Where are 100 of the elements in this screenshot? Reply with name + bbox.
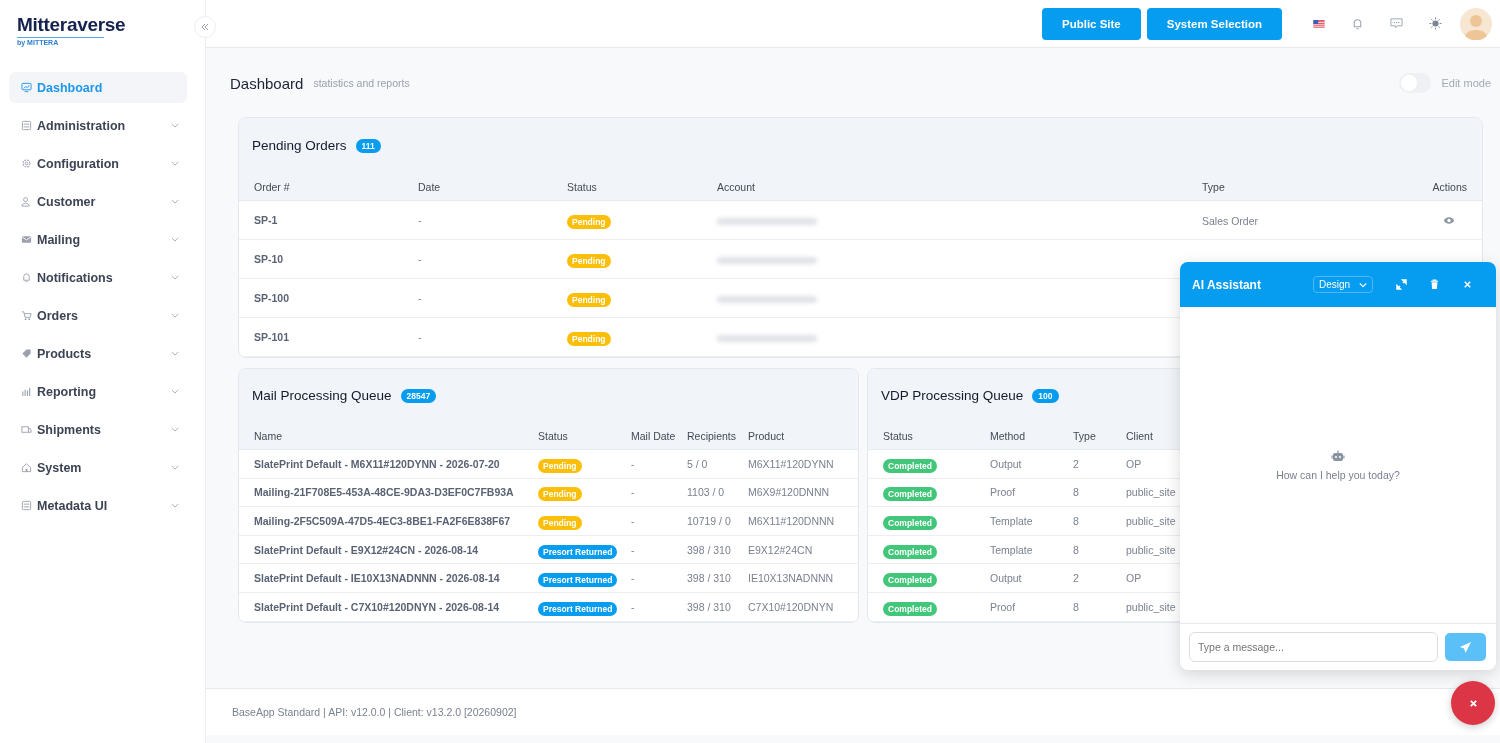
close-icon: [1468, 698, 1478, 708]
table-cell-text: Template: [990, 543, 1034, 556]
count-badge: 100: [1032, 388, 1059, 403]
status-badge: Presort Returned: [538, 544, 618, 559]
column-header: Name: [254, 429, 283, 442]
table-cell-text: 2: [1073, 457, 1080, 470]
table-cell-text: public_site: [1126, 600, 1177, 613]
status-badge: Pending: [538, 487, 582, 502]
gear-icon: [21, 158, 32, 169]
table-cell-text: IE10X13NADNNN: [748, 572, 835, 585]
home-icon: [21, 462, 32, 473]
column-header: Method: [990, 429, 1027, 442]
status-badge: Pending: [567, 254, 611, 268]
sidebar-item[interactable]: Shipments: [9, 414, 187, 445]
table-cell-text: 8: [1073, 543, 1080, 556]
table-cell-text: Mailing-21F708E5-453A-48CE-9DA3-D3EF0C7FB93A: [254, 486, 515, 499]
status-badge: Completed: [883, 601, 937, 616]
table-cell-text: -: [418, 214, 423, 226]
status-badge: Completed: [883, 516, 937, 530]
table-cell-text: 8: [1073, 515, 1080, 527]
avatar-icon[interactable]: [1460, 7, 1492, 40]
table-cell-text: public_site: [1126, 543, 1177, 556]
table-cell-text: -: [631, 486, 636, 499]
table-cell-text: C7X10#120DNYN: [748, 600, 835, 613]
envelope-icon: [21, 234, 32, 245]
list-icon: [21, 120, 32, 131]
column-header: Order #: [254, 180, 291, 193]
caret-icon: [1359, 281, 1367, 288]
table-cell-text: SP-100: [254, 292, 291, 304]
page-title: Dashboard: [230, 74, 304, 92]
table-cell-text: 10719 / 0: [687, 515, 732, 527]
empty-message: How can I help you today?: [1276, 468, 1400, 481]
footer-text: BaseApp Standard | API: v12.0.0 | Client: v13.2.0 [20260902]: [232, 706, 517, 718]
column-header: Type: [1073, 429, 1097, 442]
table-cell-text: -: [631, 515, 636, 527]
table-cell-text: SP-10: [254, 253, 285, 265]
status-badge: Pending: [567, 215, 611, 229]
truck-icon: [21, 424, 32, 435]
sidebar-item[interactable]: Customer: [9, 186, 187, 217]
sidebar-item[interactable]: Administration: [9, 110, 187, 141]
robot-icon: [1331, 449, 1345, 462]
status-badge: Pending: [538, 516, 582, 530]
sidebar-item[interactable]: Reporting: [9, 376, 187, 407]
chat-icon[interactable]: [1390, 17, 1403, 30]
count-badge: 111: [355, 138, 381, 153]
table-cell-text: Mailing-2F5C509A-47D5-4EC3-8BE1-FA2F6E838F67: [254, 515, 512, 527]
sidebar-item[interactable]: Products: [9, 338, 187, 369]
sidebar-item[interactable]: Configuration: [9, 148, 187, 179]
table-cell-text: M6X11#120DYNN: [748, 457, 835, 470]
close-assistant-button[interactable]: [1451, 681, 1495, 725]
table-cell-text: -: [418, 331, 423, 343]
trash-icon[interactable]: [1429, 279, 1440, 290]
send-button[interactable]: [1445, 633, 1486, 661]
double-chevron-icon: [200, 22, 210, 32]
close-icon[interactable]: [1462, 279, 1473, 290]
sidebar-item[interactable]: Metadata UI: [9, 490, 187, 521]
table-cell-text: 398 / 310: [687, 600, 732, 613]
cart-icon: [21, 310, 32, 321]
column-header: Status: [883, 429, 914, 442]
bar-chart-icon: [21, 386, 32, 397]
column-header: Status: [567, 180, 598, 193]
column-header: Type: [1202, 180, 1226, 193]
status-badge: Pending: [567, 293, 611, 307]
toggle-label: Edit mode: [1441, 77, 1491, 89]
table-cell-text: SlatePrint Default - C7X10#120DNYN - 2026-08-14: [254, 600, 501, 613]
flag-icon[interactable]: [1313, 19, 1325, 28]
status-badge: Presort Returned: [538, 573, 618, 588]
table-cell-text: -: [631, 600, 636, 613]
table-cell-text: -: [631, 543, 636, 556]
view-icon[interactable]: [1443, 216, 1455, 225]
table-cell-text: M6X11#120DNNN: [748, 515, 836, 527]
sidebar-item[interactable]: Orders: [9, 300, 187, 331]
table-cell-text: Output: [990, 457, 1023, 470]
column-header: Client: [1126, 429, 1154, 442]
bell-icon[interactable]: [1351, 17, 1364, 30]
table-cell-text: OP: [1126, 457, 1143, 470]
sidebar-item[interactable]: Notifications: [9, 262, 187, 293]
table-cell-text: 8: [1073, 600, 1080, 613]
column-header: Actions: [1431, 180, 1467, 193]
status-badge: Presort Returned: [538, 601, 618, 616]
table-cell-text: 8: [1073, 486, 1080, 499]
table-cell-text: SP-101: [254, 331, 291, 343]
table-cell: Sales Order: [1202, 215, 1259, 227]
sidebar-item[interactable]: System: [9, 452, 187, 483]
table-cell-text: SlatePrint Default - E9X12#24CN - 2026-08-14: [254, 543, 480, 556]
card-title: VDP Processing Queue: [881, 388, 1024, 403]
expand-icon[interactable]: [1396, 279, 1407, 290]
message-input[interactable]: Type a message...: [1189, 632, 1438, 662]
table-cell-text: -: [418, 292, 423, 304]
status-badge: Completed: [883, 544, 937, 559]
table-cell-text: 5 / 0: [687, 457, 709, 470]
column-header: Account: [717, 180, 756, 193]
status-badge: Pending: [538, 458, 582, 473]
sun-icon[interactable]: [1429, 17, 1442, 30]
tag-icon: [21, 348, 32, 359]
table-cell-text: M6X9#120DNNN: [748, 486, 831, 499]
table-cell-text: Template: [990, 515, 1034, 527]
column-header: Product: [748, 429, 786, 442]
sidebar-item[interactable]: Mailing: [9, 224, 187, 255]
panel-title: AI Assistant: [1192, 277, 1261, 292]
